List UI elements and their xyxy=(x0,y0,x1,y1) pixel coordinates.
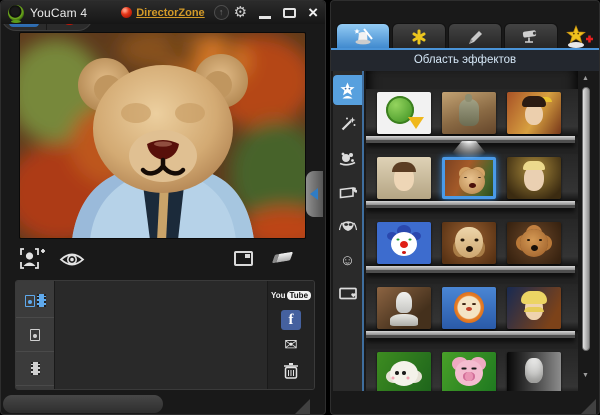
category-avatar-effects[interactable] xyxy=(333,75,362,105)
scroll-up-arrow[interactable]: ▲ xyxy=(579,75,592,82)
shelf-ledge xyxy=(366,136,575,143)
effect-sheep-plush[interactable] xyxy=(377,352,431,391)
effects-header: Область эффектов xyxy=(331,50,599,71)
shelf-row xyxy=(366,349,578,391)
yellow-asterisk-icon xyxy=(411,29,427,45)
effect-pig-plush[interactable] xyxy=(442,352,496,391)
effect-puppy[interactable] xyxy=(442,222,496,264)
media-scrollbar[interactable] xyxy=(3,395,163,413)
category-scene-effects[interactable] xyxy=(333,279,362,309)
photo-icon xyxy=(25,295,35,307)
category-mask-effects[interactable] xyxy=(333,211,362,241)
effects-window: Область эффектов xyxy=(330,0,600,415)
shelf-row xyxy=(366,219,578,284)
category-emoticon-effects[interactable]: ☺ xyxy=(333,245,362,275)
download-effects-button[interactable] xyxy=(566,25,594,49)
facebook-share-button[interactable]: f xyxy=(281,310,301,330)
resize-grip[interactable] xyxy=(581,399,596,414)
directorzone-link[interactable]: DirectorZone xyxy=(136,7,204,19)
effect-man-face[interactable] xyxy=(377,157,431,199)
filter-all-media-button[interactable] xyxy=(16,284,54,318)
splash-icon xyxy=(339,151,356,166)
category-particle-effects[interactable] xyxy=(333,143,362,173)
face-tracking-eye-icon[interactable] xyxy=(58,252,86,267)
collapse-panel-handle[interactable] xyxy=(306,171,323,217)
main-window: YouCam 4 DirectorZone ↑ ⚙ × xyxy=(0,0,326,415)
magic-wand-icon xyxy=(340,116,356,132)
effect-poodle[interactable] xyxy=(507,222,561,264)
effect-teddy-bear[interactable] xyxy=(442,157,496,199)
film-icon xyxy=(37,294,46,307)
titlebar: YouCam 4 DirectorZone ↑ ⚙ × xyxy=(1,1,325,24)
shelf-row xyxy=(366,284,578,349)
teddy-bear-avatar-scene xyxy=(20,33,306,239)
effect-geisha[interactable] xyxy=(507,92,561,134)
star-face-icon xyxy=(339,82,356,99)
tab-draw[interactable] xyxy=(448,23,502,49)
shelf-row xyxy=(366,154,578,219)
effect-terracotta-warrior[interactable] xyxy=(442,92,496,134)
face-login-icon[interactable] xyxy=(20,248,45,269)
film-icon xyxy=(31,362,40,375)
star-face-plus-icon xyxy=(566,25,594,49)
category-strip: ☺ xyxy=(333,71,364,391)
minimize-button[interactable] xyxy=(259,16,271,19)
dual-view-icon[interactable] xyxy=(234,251,253,266)
settings-gear-icon[interactable]: ⚙ xyxy=(234,5,247,20)
effects-scrollbar: ▲ ▼ xyxy=(579,75,592,387)
close-button[interactable]: × xyxy=(308,5,318,20)
pencil-icon xyxy=(467,29,484,45)
tab-effects-room[interactable] xyxy=(336,23,390,49)
directorzone-status-icon xyxy=(121,7,132,18)
tab-gadgets[interactable] xyxy=(392,23,446,49)
scroll-down-arrow[interactable]: ▼ xyxy=(579,372,592,379)
frame-butterfly-icon xyxy=(339,185,357,200)
effect-statue-head[interactable] xyxy=(507,352,561,391)
delete-trash-button[interactable] xyxy=(284,363,298,379)
photo-icon xyxy=(30,329,40,341)
youtube-you-text: You xyxy=(271,291,286,300)
share-column: You Tube f ✉ xyxy=(268,281,314,389)
webcam-preview xyxy=(19,32,306,239)
shelf-ledge xyxy=(366,201,575,208)
magic-hat-icon xyxy=(353,27,373,46)
shelf-row xyxy=(366,89,578,154)
tab-surveillance[interactable] xyxy=(504,23,558,49)
shelf-ledge xyxy=(366,331,575,338)
frame-heart-icon xyxy=(339,287,357,301)
clear-effects-eraser-icon[interactable] xyxy=(272,252,293,264)
effects-shelf xyxy=(366,71,578,391)
category-magic-wand-effects[interactable] xyxy=(333,109,362,139)
scrollbar-thumb[interactable] xyxy=(582,87,590,351)
smiley-icon: ☺ xyxy=(340,253,355,268)
upload-button[interactable]: ↑ xyxy=(214,5,229,20)
media-filter-column xyxy=(16,281,54,389)
effects-tab-bar xyxy=(336,22,594,49)
filter-videos-button[interactable] xyxy=(16,352,54,386)
youtube-share-button[interactable]: You Tube xyxy=(271,291,311,300)
category-frame-effects[interactable] xyxy=(333,177,362,207)
resize-grip[interactable] xyxy=(295,399,310,414)
effect-download-more[interactable] xyxy=(377,92,431,134)
maximize-button[interactable] xyxy=(283,8,296,18)
effect-marble-bust[interactable] xyxy=(377,287,431,329)
effect-lion-doll[interactable] xyxy=(442,287,496,329)
surveillance-camera-icon xyxy=(521,29,541,44)
email-share-button[interactable]: ✉ xyxy=(284,339,297,353)
app-title: YouCam 4 xyxy=(30,6,87,20)
filter-photos-button[interactable] xyxy=(16,318,54,352)
shelf-ledge xyxy=(366,266,575,273)
youtube-tube-text: Tube xyxy=(287,291,312,300)
media-list-empty[interactable] xyxy=(54,281,268,389)
youcam-logo-icon xyxy=(8,5,24,21)
effect-clown[interactable] xyxy=(377,222,431,264)
effect-blond-man[interactable] xyxy=(507,157,561,199)
effect-blonde-woman[interactable] xyxy=(507,287,561,329)
carnival-mask-icon xyxy=(339,218,357,234)
media-library: You Tube f ✉ xyxy=(15,280,315,390)
